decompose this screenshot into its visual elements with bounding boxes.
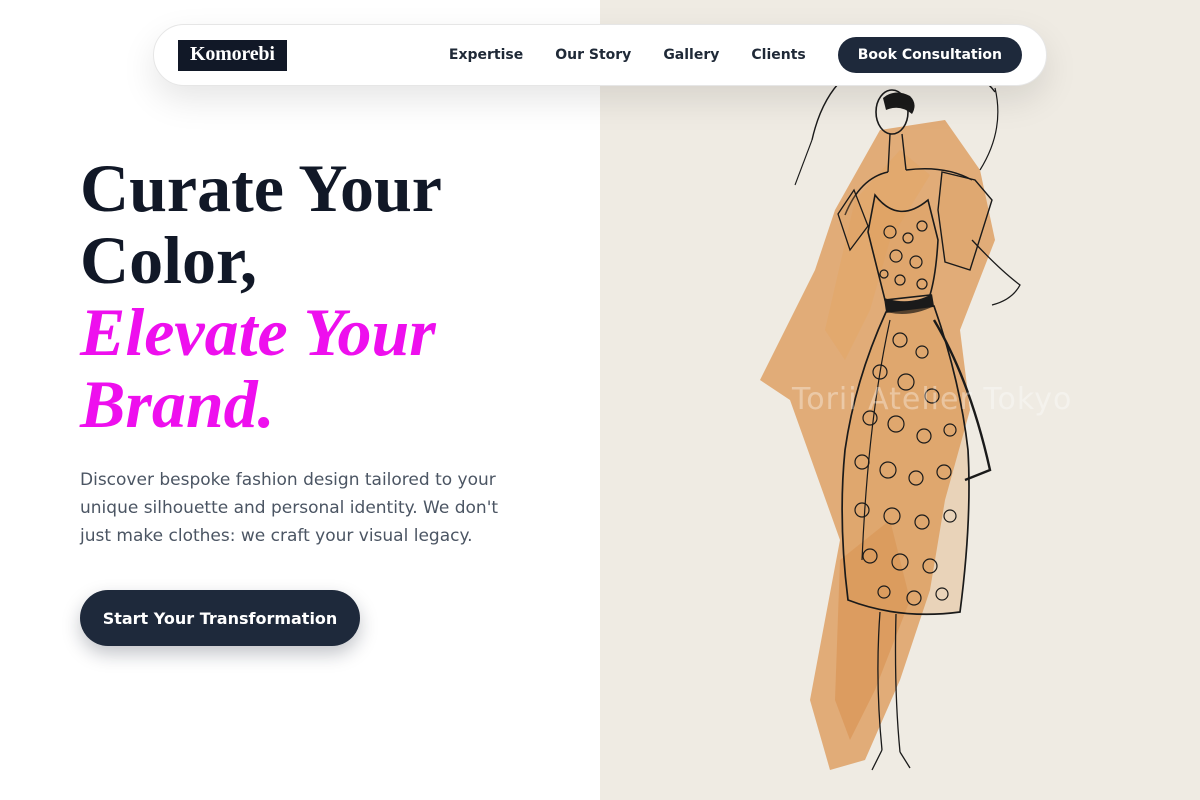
hero-accent-line-1: Elevate Your <box>80 294 436 370</box>
book-consultation-button[interactable]: Book Consultation <box>837 37 1022 73</box>
top-navigation-bar: Komorebi Expertise Our Story Gallery Cli… <box>153 24 1047 86</box>
hero-title-line-1: Curate Your <box>80 150 442 226</box>
hero-accent-line-2: Brand. <box>80 366 275 442</box>
nav-links: Expertise Our Story Gallery Clients Book… <box>449 37 1022 73</box>
nav-link-our-story[interactable]: Our Story <box>555 47 631 63</box>
nav-link-clients[interactable]: Clients <box>751 47 805 63</box>
image-watermark: Torii Atelier Tokyo <box>792 382 1073 417</box>
nav-link-gallery[interactable]: Gallery <box>663 47 719 63</box>
nav-link-expertise[interactable]: Expertise <box>449 47 523 63</box>
hero-title-line-2: Color, <box>80 222 257 298</box>
brand-logo[interactable]: Komorebi <box>178 39 287 71</box>
hero-description: Discover bespoke fashion design tailored… <box>80 470 499 546</box>
start-transformation-button[interactable]: Start Your Transformation <box>80 590 360 646</box>
hero-title: Curate Your Color, Elevate Your Brand. <box>80 152 580 440</box>
